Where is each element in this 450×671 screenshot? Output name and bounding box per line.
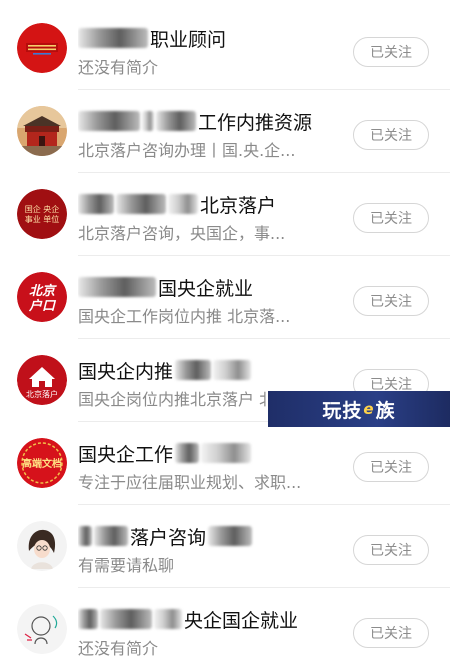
account-name-text: 国央企工作	[78, 443, 174, 466]
watermark-text: e	[363, 400, 375, 418]
account-name: 职业顾问	[78, 25, 340, 51]
svg-text:户口: 户口	[28, 298, 57, 314]
account-name: 国央企内推	[78, 357, 340, 383]
blurred-name	[78, 277, 156, 297]
account-name: 北京落户	[78, 191, 340, 217]
blurred-name	[154, 609, 182, 629]
list-item[interactable]: 高端文档 国央企工作 专注于应往届职业规划、求职... 已关注	[0, 422, 450, 505]
account-name: 落户咨询	[78, 523, 340, 549]
blurred-name	[142, 111, 154, 131]
blurred-name	[78, 111, 140, 131]
account-bio: 北京落户咨询办理丨国.央.企...	[78, 141, 296, 160]
blurred-name	[156, 111, 196, 131]
blurred-name	[175, 360, 212, 380]
blurred-name	[213, 360, 252, 380]
blurred-name	[78, 194, 114, 214]
account-bio: 有需要请私聊	[78, 556, 175, 575]
watermark-text: 玩技	[322, 399, 363, 422]
list-item[interactable]: 职业顾问 还没有简介 已关注	[0, 7, 450, 90]
account-name-text: 职业顾问	[150, 28, 227, 51]
account-name: 央企国企就业	[78, 606, 340, 632]
following-button[interactable]: 已关注	[353, 37, 429, 67]
blurred-name	[78, 526, 92, 546]
account-name-text: 央企国企就业	[184, 609, 299, 632]
account-name: 国央企工作	[78, 440, 340, 466]
account-bio: 还没有简介	[78, 639, 159, 658]
avatar[interactable]	[17, 521, 67, 571]
blurred-name	[78, 609, 98, 629]
account-bio: 专注于应往届职业规划、求职...	[78, 473, 302, 492]
account-name-text: 落户咨询	[130, 526, 207, 549]
following-button[interactable]: 已关注	[353, 286, 429, 316]
account-name: 工作内推资源	[78, 108, 340, 134]
avatar[interactable]: 国企 央企 事业 单位	[17, 189, 67, 239]
blurred-name	[201, 443, 252, 463]
blurred-name	[94, 526, 128, 546]
house-beijing-luohu-icon: 北京落户	[17, 355, 67, 405]
following-button[interactable]: 已关注	[353, 120, 429, 150]
following-button[interactable]: 已关注	[353, 535, 429, 565]
watermark-logo: 玩技 e 族	[268, 391, 450, 427]
following-button[interactable]: 已关注	[353, 618, 429, 648]
guoqi-shiye-danwei-icon: 国企 央企 事业 单位	[17, 189, 67, 239]
avatar[interactable]: 北京 户口	[17, 272, 67, 322]
red-banner-logo-icon	[17, 23, 67, 73]
svg-text:国企 央企: 国企 央企	[25, 204, 60, 214]
blurred-name	[168, 194, 198, 214]
tiananmen-photo-icon	[17, 106, 67, 156]
list-item[interactable]: 北京 户口 国央企就业 国央企工作岗位内推 北京落... 已关注	[0, 256, 450, 339]
following-button[interactable]: 已关注	[353, 203, 429, 233]
blurred-name	[116, 194, 166, 214]
blurred-name	[208, 526, 253, 546]
account-bio: 北京落户咨询，央国企，事...	[78, 224, 286, 243]
avatar[interactable]	[17, 106, 67, 156]
beijing-hukou-icon: 北京 户口	[17, 272, 67, 322]
account-name-text: 北京落户	[200, 194, 277, 217]
avatar[interactable]: 高端文档	[17, 438, 67, 488]
blurred-name	[175, 443, 200, 463]
account-name-text: 国央企内推	[78, 360, 174, 383]
account-bio: 国央企工作岗位内推 北京落...	[78, 307, 291, 326]
calligraphy-stamp-icon: 高端文档	[17, 438, 67, 488]
list-item[interactable]: 工作内推资源 北京落户咨询办理丨国.央.企... 已关注	[0, 90, 450, 173]
avatar[interactable]: 北京落户	[17, 355, 67, 405]
svg-text:事业 单位: 事业 单位	[25, 214, 60, 224]
blurred-name	[78, 28, 148, 48]
account-name-text: 工作内推资源	[198, 111, 313, 134]
following-button[interactable]: 已关注	[353, 452, 429, 482]
cartoon-girl-portrait-icon	[17, 521, 67, 571]
svg-text:北京: 北京	[29, 283, 57, 299]
blurred-name	[100, 609, 152, 629]
account-name-text: 国央企就业	[158, 277, 254, 300]
list-item[interactable]: 央企国企就业 还没有简介 已关注	[0, 588, 450, 671]
watermark-text: 族	[375, 399, 396, 422]
list-item[interactable]: 国企 央企 事业 单位 北京落户 北京落户咨询，央国企，事... 已关注	[0, 173, 450, 256]
svg-text:高端文档: 高端文档	[22, 457, 62, 470]
avatar[interactable]	[17, 23, 67, 73]
avatar[interactable]	[17, 604, 67, 654]
account-bio: 还没有简介	[78, 58, 159, 77]
cartoon-figure-icon	[17, 604, 67, 654]
account-name: 国央企就业	[78, 274, 340, 300]
list-item[interactable]: 落户咨询 有需要请私聊 已关注	[0, 505, 450, 588]
svg-text:北京落户: 北京落户	[26, 389, 58, 399]
